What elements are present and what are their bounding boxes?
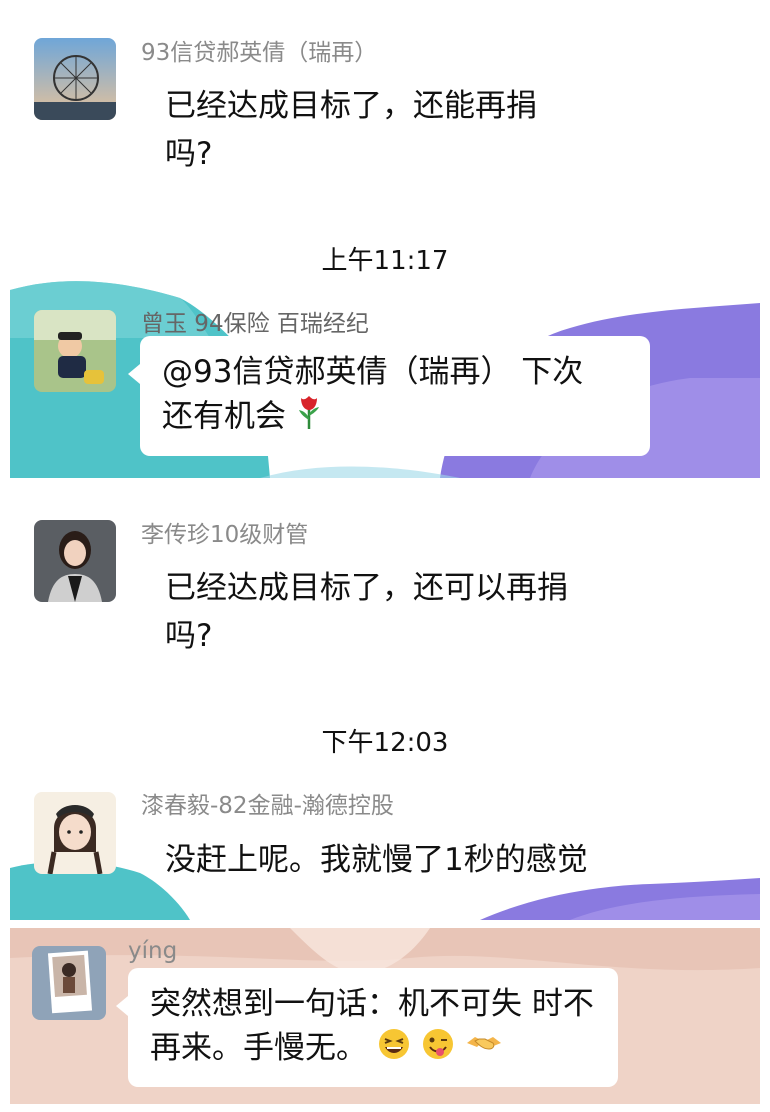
- message-section-5: yíng 突然想到一句话：机不可失 时不 再来。手慢无。: [10, 928, 760, 1104]
- winking-tongue-icon: [421, 1027, 455, 1073]
- message-line: 再来。手慢无。: [150, 1026, 596, 1073]
- avatar-child-outdoor[interactable]: [34, 310, 116, 392]
- message-line: 已经达成目标了，还能再捐: [165, 88, 537, 124]
- message-section-2: 上午11:17 曾玉 94保险 百瑞经纪 @93信贷郝英倩（瑞再） 下次 还有机…: [10, 228, 760, 478]
- message-line: 突然想到一句话：机不可失 时不: [150, 986, 594, 1022]
- timestamp: 上午11:17: [321, 246, 449, 276]
- message-line: 还有机会: [162, 394, 628, 442]
- rose-icon: [296, 394, 322, 442]
- sender-name: 李传珍10级财管: [141, 522, 309, 548]
- handshake-icon: [465, 1027, 503, 1073]
- message-line-text: 还有机会: [162, 398, 286, 435]
- message-text[interactable]: 没赶上呢。我就慢了1秒的感觉: [165, 836, 588, 884]
- message-line-text: 再来。手慢无。: [150, 1030, 367, 1066]
- avatar-ferris-wheel[interactable]: [34, 38, 116, 120]
- avatar-polaroid-photo[interactable]: [32, 946, 106, 1020]
- sender-name: yíng: [128, 938, 178, 964]
- message-section-4: 下午12:03 漆春毅-82金融-瀚德控股 没赶上呢。我就慢了1秒的感觉: [10, 708, 760, 920]
- message-line: @93信贷郝英倩（瑞再） 下次: [162, 354, 584, 390]
- avatar-woman-portrait[interactable]: [34, 520, 116, 602]
- timestamp: 下午12:03: [321, 728, 449, 758]
- sender-name: 93信贷郝英倩（瑞再）: [141, 40, 378, 66]
- sender-name: 曾玉 94保险 百瑞经纪: [141, 311, 369, 337]
- grinning-squint-icon: [377, 1027, 411, 1073]
- sender-name: 漆春毅-82金融-瀚德控股: [141, 793, 394, 819]
- message-line: 吗?: [165, 618, 213, 654]
- message-text[interactable]: 已经达成目标了，还可以再捐 吗?: [165, 564, 568, 660]
- message-bubble[interactable]: @93信贷郝英倩（瑞再） 下次 还有机会: [128, 336, 650, 456]
- message-text[interactable]: 已经达成目标了，还能再捐 吗?: [165, 82, 537, 178]
- message-line: 已经达成目标了，还可以再捐: [165, 570, 568, 606]
- avatar-cartoon-girl[interactable]: [34, 792, 116, 874]
- message-bubble[interactable]: 突然想到一句话：机不可失 时不 再来。手慢无。: [116, 968, 618, 1087]
- message-line: 吗?: [165, 136, 213, 172]
- message-line: 没赶上呢。我就慢了1秒的感觉: [165, 842, 588, 878]
